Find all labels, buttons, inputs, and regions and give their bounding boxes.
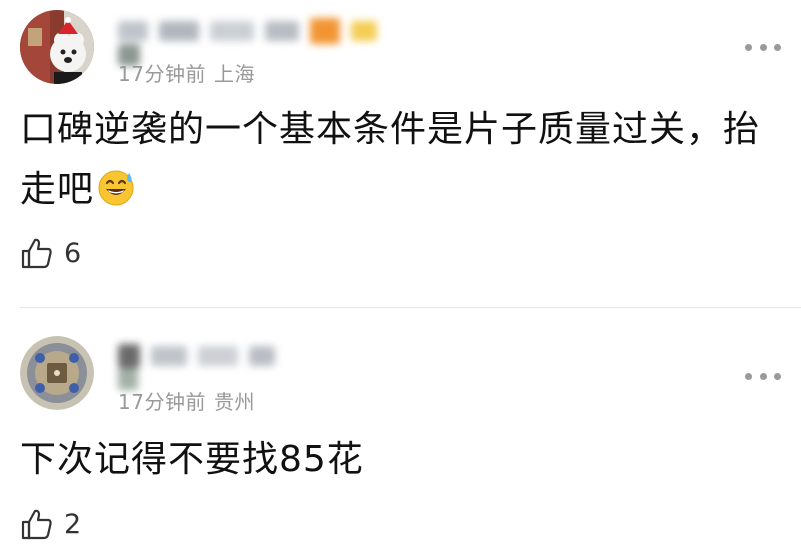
comment-location: 上海 xyxy=(213,62,255,86)
comment-item: 17分钟前 上海 口碑逆袭的一个基本条件是片子质量过关，抬走吧 6 xyxy=(0,0,801,307)
like-count: 2 xyxy=(64,508,82,540)
comment-time: 17分钟前 xyxy=(118,62,206,86)
comment-meta: 17分钟前 上海 xyxy=(118,58,255,87)
comment-item: 17分钟前 贵州 下次记得不要找85花 2 xyxy=(0,308,801,550)
thumbs-up-icon xyxy=(21,509,52,540)
more-dots-icon xyxy=(745,43,752,51)
thumbs-up-icon xyxy=(21,238,52,269)
username-blurred[interactable] xyxy=(118,18,408,66)
comment-time: 17分钟前 xyxy=(118,390,206,414)
comment-meta: 17分钟前 贵州 xyxy=(118,386,255,415)
avatar[interactable] xyxy=(20,336,94,410)
username-blurred[interactable] xyxy=(118,344,308,390)
sweat-smile-emoji xyxy=(96,166,136,206)
avatar[interactable] xyxy=(20,10,94,84)
comment-location: 贵州 xyxy=(213,390,255,414)
like-count: 6 xyxy=(64,237,82,269)
like-button[interactable]: 6 xyxy=(20,233,81,273)
more-dots-icon xyxy=(745,372,752,380)
more-options-button[interactable] xyxy=(745,371,781,381)
more-options-button[interactable] xyxy=(745,42,781,52)
comment-text-content: 下次记得不要找85花 xyxy=(20,439,364,480)
like-button[interactable]: 2 xyxy=(20,504,81,544)
comment-text: 下次记得不要找85花 xyxy=(20,430,780,490)
comment-text: 口碑逆袭的一个基本条件是片子质量过关，抬走吧 xyxy=(20,100,780,220)
